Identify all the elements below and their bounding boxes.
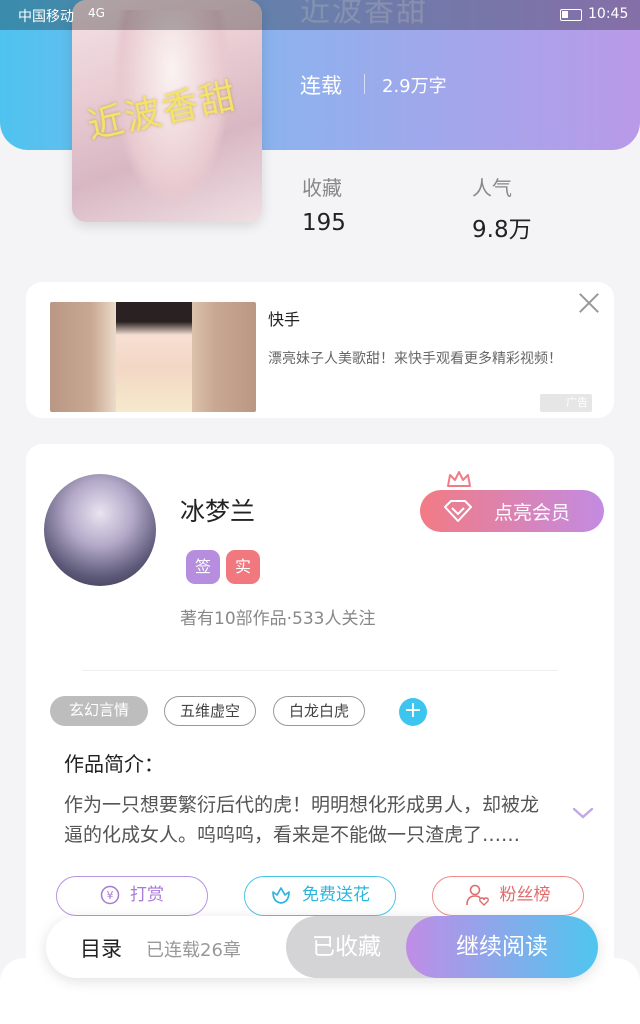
author-name[interactable]: 冰梦兰 [180, 492, 255, 528]
tag-chip[interactable]: 五维虚空 [164, 696, 256, 726]
ad-title: 快手 [268, 310, 301, 329]
ad-badge: 广告 [540, 394, 592, 412]
svg-text:¥: ¥ [107, 889, 114, 902]
bottom-action-bar: 目录 已连载26章 已收藏 继续阅读 [46, 916, 598, 978]
send-flower-button[interactable]: 免费送花 [244, 876, 396, 916]
send-flower-label: 免费送花 [302, 885, 370, 905]
avatar[interactable] [44, 474, 156, 586]
ad-card[interactable]: 快手 漂亮妹子人美歌甜！来快手观看更多精彩视频！ 广告 [26, 282, 614, 418]
intro-text[interactable]: 作为一只想要繁衍后代的虎！明明想化形成男人，却被龙逼的化成女人。呜呜呜，看来是不… [64, 790, 554, 850]
crown-icon [447, 471, 471, 487]
table-of-contents-button[interactable]: 目录 [80, 933, 122, 963]
fans-rank-button[interactable]: 粉丝榜 [432, 876, 584, 916]
author-meta: 著有10部作品·533人关注 [180, 609, 376, 629]
fan-heart-icon [465, 884, 489, 906]
clock: 10:45 [588, 6, 629, 22]
fans-rank-label: 粉丝榜 [499, 885, 551, 905]
battery-icon [560, 9, 582, 21]
intro-title: 作品简介： [64, 752, 164, 776]
book-cover[interactable]: 近波香甜 [72, 0, 262, 222]
verified-badge: 实 [226, 550, 260, 584]
flower-icon [272, 887, 290, 904]
carrier-label: 中国移动 [18, 9, 74, 25]
yen-coin-icon: ¥ [100, 885, 120, 905]
serial-divider [364, 74, 365, 94]
word-count: 2.9万字 [382, 76, 447, 97]
ad-image-figure [116, 302, 192, 412]
genre-tag[interactable]: 玄幻言情 [50, 696, 148, 726]
favorites-label: 收藏 [302, 176, 342, 200]
close-icon[interactable] [574, 288, 604, 318]
vip-button[interactable]: 点亮会员 [420, 490, 604, 532]
chapter-count[interactable]: 已连载26章 [146, 936, 241, 962]
continue-reading-button[interactable]: 继续阅读 [406, 916, 598, 978]
ad-description: 漂亮妹子人美歌甜！来快手观看更多精彩视频！ [268, 351, 562, 367]
vip-button-label: 点亮会员 [494, 502, 571, 524]
ad-image[interactable] [50, 302, 256, 412]
serial-status: 连载 [300, 74, 342, 98]
favorites-value: 195 [302, 210, 346, 236]
popularity-value: 9.8万 [472, 217, 532, 243]
add-tag-button[interactable]: + [399, 698, 427, 726]
reward-label: 打赏 [130, 885, 164, 905]
status-bar: 中国移动 4G 10:45 [0, 0, 640, 30]
popularity-label: 人气 [472, 176, 512, 200]
chevron-down-icon[interactable] [572, 806, 594, 820]
diamond-icon [444, 500, 472, 522]
divider [82, 670, 558, 671]
tag-chip[interactable]: 白龙白虎 [273, 696, 365, 726]
reward-button[interactable]: ¥ 打赏 [56, 876, 208, 916]
signal-icon: 4G [88, 6, 105, 20]
signed-badge: 签 [186, 550, 220, 584]
